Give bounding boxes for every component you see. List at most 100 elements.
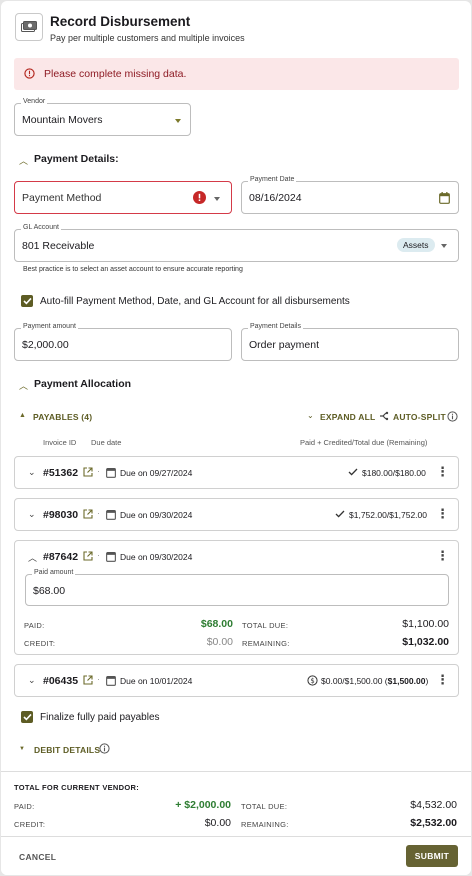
cancel-button[interactable]: CANCEL — [19, 852, 56, 862]
paid-label: PAID: — [24, 621, 45, 630]
more-vert-icon[interactable]: ⋮ — [436, 506, 449, 522]
invoice-id: #06435 — [43, 675, 79, 687]
chevron-down-icon — [441, 244, 447, 248]
open-external-icon[interactable] — [83, 467, 93, 477]
footer-remaining-label: REMAINING: — [241, 820, 289, 829]
finalize-checkbox[interactable] — [21, 711, 33, 723]
total-due-label: TOTAL DUE: — [242, 621, 289, 630]
payable-row[interactable]: ⌄ #98030 · Due on 09/30/2024 $1,752.00/$… — [14, 498, 459, 531]
alert-text: Please complete missing data. — [44, 68, 187, 80]
chevron-up-icon[interactable]: ▲ — [19, 412, 26, 419]
autofill-checkbox[interactable] — [21, 295, 33, 307]
payable-row[interactable]: ⌄ #06435 · Due on 10/01/2024 $ $0.00/$1,… — [14, 664, 459, 697]
debit-details-toggle[interactable]: DEBIT DETAILS — [34, 745, 100, 755]
vendor-select[interactable]: Vendor Mountain Movers — [14, 98, 191, 136]
footer-divider — [1, 836, 471, 837]
separator-dot: · — [97, 550, 100, 560]
amount-remaining: $1,500.00 — [387, 676, 426, 686]
more-vert-icon[interactable]: ⋮ — [436, 548, 449, 564]
footer-paid-value: + $2,000.00 — [175, 799, 231, 811]
payment-details-field[interactable]: Payment Details Order payment — [241, 323, 459, 361]
payment-amount-label: Payment amount — [21, 323, 78, 330]
chevron-up-icon[interactable]: ︿ — [19, 154, 28, 167]
footer-total-due-label: TOTAL DUE: — [241, 802, 288, 811]
payment-details-heading[interactable]: Payment Details: — [34, 153, 119, 165]
calendar-icon — [106, 510, 116, 520]
footer-total-due-value: $4,532.00 — [410, 799, 457, 811]
chevron-down-icon[interactable]: ▼ — [19, 746, 25, 752]
column-due-date: Due date — [91, 438, 122, 447]
calendar-icon — [106, 676, 116, 686]
separator-dot: · — [97, 466, 100, 476]
gl-account-label: GL Account — [21, 224, 61, 231]
separator-dot: · — [97, 508, 100, 518]
info-icon[interactable] — [447, 411, 458, 422]
check-icon — [335, 510, 345, 518]
calendar-icon[interactable] — [439, 192, 450, 204]
payment-allocation-heading[interactable]: Payment Allocation — [34, 378, 131, 390]
open-external-icon[interactable] — [83, 509, 93, 519]
invoice-amount: $180.00/$180.00 — [362, 468, 426, 478]
more-vert-icon[interactable]: ⋮ — [436, 464, 449, 480]
invoice-id: #98030 — [43, 509, 79, 521]
chevron-down-icon[interactable]: ⌄ — [28, 675, 36, 686]
error-circle-icon — [24, 68, 35, 79]
calendar-icon — [106, 552, 116, 562]
gl-account-value: 801 Receivable — [22, 240, 95, 252]
missing-data-alert: Please complete missing data. — [14, 58, 459, 90]
chevron-up-icon[interactable]: ︿ — [28, 551, 37, 564]
payment-date-value: 08/16/2024 — [249, 192, 302, 204]
footer-remaining-value: $2,532.00 — [410, 817, 457, 829]
payable-row-expanded[interactable]: ︿ #87642 · Due on 09/30/2024 ⋮ Paid amou… — [14, 540, 459, 655]
info-icon[interactable] — [99, 743, 110, 754]
error-circle-icon — [193, 191, 206, 204]
chevron-up-icon[interactable]: ︿ — [19, 379, 28, 392]
expand-all-button[interactable]: EXPAND ALL — [320, 412, 375, 422]
dialog-title: Record Disbursement — [50, 14, 191, 29]
record-disbursement-dialog: Record Disbursement Pay per multiple cus… — [1, 1, 471, 875]
calendar-icon — [106, 468, 116, 478]
invoice-amount: $0.00/$1,500.00 ($1,500.00) — [321, 676, 428, 686]
payment-method-placeholder: Payment Method — [22, 192, 102, 204]
chevron-down-icon — [175, 119, 181, 123]
open-external-icon[interactable] — [83, 551, 93, 561]
check-icon — [22, 713, 32, 721]
expand-icon: ⌄ — [307, 411, 314, 420]
split-icon — [380, 411, 389, 421]
footer-paid-label: PAID: — [14, 802, 35, 811]
vendor-value: Mountain Movers — [22, 114, 103, 126]
payment-date-label: Payment Date — [248, 176, 297, 183]
gl-account-hint: Best practice is to select an asset acco… — [23, 266, 243, 273]
chevron-down-icon[interactable]: ⌄ — [28, 509, 36, 520]
open-external-icon[interactable] — [83, 675, 93, 685]
footer-title: TOTAL FOR CURRENT VENDOR: — [14, 783, 139, 792]
paid-amount-label: Paid amount — [32, 569, 76, 576]
payment-method-select[interactable]: Payment Method — [14, 181, 232, 214]
payables-toggle[interactable]: PAYABLES (4) — [33, 412, 92, 422]
payment-amount-field[interactable]: Payment amount $2,000.00 — [14, 323, 232, 361]
more-vert-icon[interactable]: ⋮ — [436, 672, 449, 688]
submit-button[interactable]: SUBMIT — [406, 845, 458, 867]
payment-amount-value: $2,000.00 — [22, 339, 69, 351]
check-icon — [348, 468, 358, 476]
amount-paid-total: $0.00/$1,500.00 ( — [321, 676, 388, 686]
paid-value: $68.00 — [200, 618, 233, 630]
credit-label: CREDIT: — [24, 639, 56, 648]
payable-row[interactable]: ⌄ #51362 · Due on 09/27/2024 $180.00/$18… — [14, 456, 459, 489]
separator-dot: · — [97, 674, 100, 684]
chevron-down-icon[interactable]: ⌄ — [28, 467, 36, 478]
auto-split-button[interactable]: AUTO-SPLIT — [393, 412, 446, 422]
invoice-id: #51362 — [43, 467, 79, 479]
remaining-value: $1,032.00 — [402, 636, 449, 648]
column-amount: Paid + Credited/Total due (Remaining) — [300, 438, 428, 447]
footer-credit-value: $0.00 — [204, 817, 231, 829]
finalize-label: Finalize fully paid payables — [40, 712, 160, 723]
payment-date-field[interactable]: Payment Date 08/16/2024 — [241, 176, 459, 214]
due-date: Due on 09/30/2024 — [120, 510, 193, 520]
amount-close-paren: ) — [425, 676, 429, 686]
chevron-down-icon — [214, 197, 220, 201]
cash-icon — [15, 13, 43, 41]
gl-account-select[interactable]: GL Account 801 Receivable Assets — [14, 224, 459, 262]
autofill-label: Auto-fill Payment Method, Date, and GL A… — [40, 296, 350, 307]
paid-amount-field[interactable]: Paid amount $68.00 — [25, 569, 449, 606]
